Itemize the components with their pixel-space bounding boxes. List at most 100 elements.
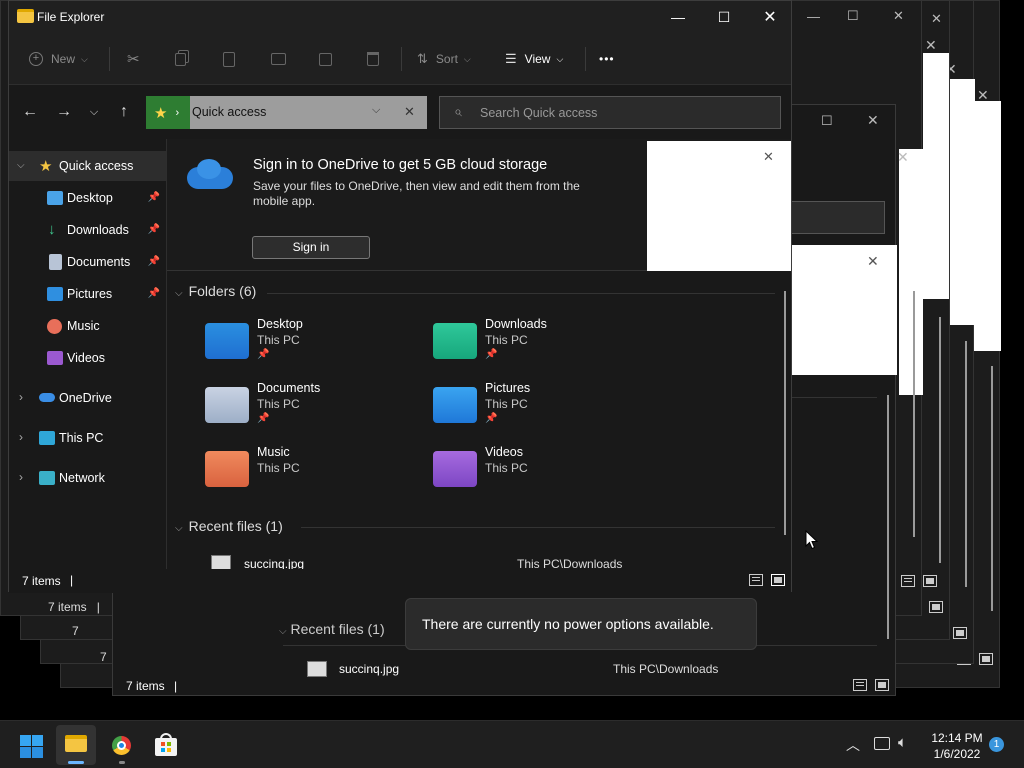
- chevron-right-icon[interactable]: ›: [19, 390, 23, 404]
- folder-videos[interactable]: Videos This PC: [433, 445, 653, 505]
- taskbar-store[interactable]: [148, 725, 184, 765]
- sidebar-item-downloads[interactable]: ↓ Downloads 📌: [9, 215, 166, 245]
- pin-icon[interactable]: 📌: [148, 224, 160, 235]
- recent-file-row[interactable]: succinq.jpg This PC\Downloads: [201, 553, 771, 569]
- pin-icon[interactable]: 📌: [148, 288, 160, 299]
- forward-button[interactable]: →: [51, 99, 77, 125]
- clock[interactable]: 12:14 PM 1/6/2022: [926, 730, 988, 762]
- folder-desktop[interactable]: Desktop This PC 📌: [205, 317, 425, 377]
- sidebar-item-videos[interactable]: Videos: [9, 343, 166, 373]
- share-button[interactable]: [319, 45, 332, 73]
- view-label: View: [524, 52, 551, 66]
- network-icon[interactable]: [874, 737, 890, 750]
- sidebar-item-documents[interactable]: Documents 📌: [9, 247, 166, 277]
- banner-close-icon[interactable]: ✕: [763, 149, 774, 165]
- sidebar-item-label: Videos: [67, 351, 105, 365]
- folder-location: This PC: [485, 333, 528, 347]
- navigation-pane: ⌵ ★ Quick access Desktop 📌 ↓ Downloads 📌…: [9, 139, 166, 569]
- folder-location: This PC: [485, 461, 528, 475]
- back-button[interactable]: ←: [17, 99, 43, 125]
- up-button[interactable]: ↑: [111, 99, 137, 125]
- copy-button[interactable]: [175, 45, 186, 73]
- start-button[interactable]: [16, 731, 48, 759]
- pin-icon[interactable]: 📌: [148, 256, 160, 267]
- folders-header[interactable]: ⌵ Folders (6): [175, 283, 256, 299]
- sidebar-item-music[interactable]: Music: [9, 311, 166, 341]
- details-view-icon[interactable]: [749, 574, 763, 586]
- address-bar[interactable]: ★ › Quick access ⌵ ✕: [146, 96, 427, 129]
- taskbar-chrome[interactable]: [104, 725, 140, 765]
- folders-header-line: [267, 293, 775, 294]
- more-options-button[interactable]: •••: [599, 45, 615, 73]
- taskbar-file-explorer[interactable]: [56, 725, 96, 765]
- sidebar-item-network[interactable]: › Network: [9, 463, 166, 493]
- ghost-recent-file: succinq.jpg: [339, 662, 400, 676]
- star-icon: ★: [154, 104, 168, 122]
- plus-icon: +: [29, 52, 43, 66]
- toolbar-divider: [585, 47, 586, 71]
- folder-documents[interactable]: Documents This PC 📌: [205, 381, 425, 441]
- tiles-view-icon[interactable]: [771, 574, 785, 586]
- arrow-up-icon: ↑: [120, 103, 128, 120]
- chrome-icon-center: [117, 741, 126, 750]
- onedrive-cloud-icon-top: [197, 159, 221, 179]
- address-dropdown-icon[interactable]: ⌵: [372, 104, 380, 117]
- maximize-button[interactable]: ☐: [701, 1, 747, 33]
- search-icon: ⌕: [454, 103, 462, 119]
- sidebar-item-this-pc[interactable]: › This PC: [9, 423, 166, 453]
- share-icon: [319, 52, 332, 66]
- show-hidden-icons[interactable]: ︿: [846, 735, 860, 755]
- recent-locations-button[interactable]: ⌵: [81, 99, 107, 125]
- notification-badge[interactable]: 1: [989, 737, 1004, 752]
- chevron-down-icon: ⌵: [175, 288, 183, 299]
- minimize-button[interactable]: —: [655, 1, 701, 33]
- sign-in-button[interactable]: Sign in: [252, 236, 370, 259]
- sidebar-item-pictures[interactable]: Pictures 📌: [9, 279, 166, 309]
- sidebar-item-desktop[interactable]: Desktop 📌: [9, 183, 166, 213]
- cloud-icon: [39, 393, 55, 402]
- folder-pictures[interactable]: Pictures This PC 📌: [433, 381, 653, 441]
- status-bar: 7 items |: [9, 569, 791, 593]
- arrow-right-icon: →: [56, 103, 72, 120]
- recent-file-path: This PC\Downloads: [517, 557, 623, 569]
- view-button[interactable]: ☰ View ⌵: [505, 45, 563, 73]
- folder-name: Videos: [485, 445, 523, 459]
- new-label: New: [51, 52, 76, 66]
- folder-downloads[interactable]: Downloads This PC 📌: [433, 317, 653, 377]
- cut-button[interactable]: ✂: [127, 45, 140, 73]
- folder-app-icon: [17, 9, 34, 23]
- close-button[interactable]: ✕: [747, 1, 793, 33]
- chevron-right-icon[interactable]: ›: [19, 430, 23, 444]
- content-pane: Sign in to OneDrive to get 5 GB cloud st…: [167, 139, 791, 569]
- sidebar-item-quick-access[interactable]: ⌵ ★ Quick access: [9, 151, 166, 181]
- desktop-folder-icon: [205, 323, 249, 359]
- folder-music[interactable]: Music This PC: [205, 445, 425, 505]
- volume-icon[interactable]: 🔈︎: [898, 734, 907, 751]
- arrow-left-icon: ←: [22, 103, 38, 120]
- chevron-down-icon[interactable]: ⌵: [17, 160, 25, 171]
- toolbar-divider: [109, 47, 110, 71]
- copy-icon: [175, 52, 186, 66]
- vertical-scrollbar[interactable]: [784, 291, 786, 535]
- store-logo-tiles: [161, 742, 171, 752]
- address-star-segment: ★ ›: [146, 96, 190, 129]
- chevron-down-icon: ⌵: [175, 523, 183, 534]
- recent-header[interactable]: ⌵ Recent files (1): [175, 518, 283, 534]
- folder-name: Documents: [257, 381, 321, 395]
- delete-button[interactable]: [367, 45, 379, 73]
- trash-icon: [367, 52, 379, 66]
- banner-title: Sign in to OneDrive to get 5 GB cloud st…: [253, 157, 548, 173]
- music-folder-icon: [205, 451, 249, 487]
- address-clear-icon[interactable]: ✕: [404, 104, 415, 120]
- chevron-right-icon[interactable]: ›: [19, 470, 23, 484]
- pin-icon[interactable]: 📌: [148, 192, 160, 203]
- folder-location: This PC: [257, 397, 300, 411]
- sidebar-item-onedrive[interactable]: › OneDrive: [9, 383, 166, 413]
- command-bar: + New ⌵ ✂ ⇅ Sort ⌵ ☰ View ⌵ •••: [9, 33, 791, 85]
- sidebar-item-label: Music: [67, 319, 100, 333]
- sort-button[interactable]: ⇅ Sort ⌵: [417, 45, 471, 73]
- paste-button[interactable]: [223, 45, 235, 73]
- new-button[interactable]: + New ⌵: [29, 45, 88, 73]
- rename-button[interactable]: [271, 45, 286, 73]
- search-box[interactable]: ⌕ Search Quick access: [439, 96, 781, 129]
